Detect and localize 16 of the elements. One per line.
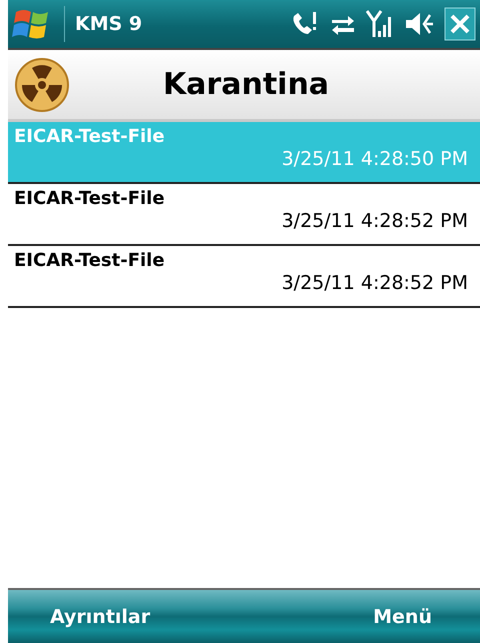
app-title: KMS 9 — [64, 6, 142, 42]
details-soft-key[interactable]: Ayrıntılar — [42, 602, 158, 632]
file-name: EICAR-Test-File — [14, 250, 165, 271]
radiation-icon — [14, 56, 70, 112]
quarantine-time: 3/25/11 4:28:52 PM — [282, 210, 468, 232]
menu-soft-key[interactable]: Menü — [365, 602, 440, 632]
quarantine-list-item[interactable]: EICAR-Test-File 3/25/11 4:28:52 PM — [8, 184, 480, 246]
quarantine-list-item[interactable]: EICAR-Test-File 3/25/11 4:28:52 PM — [8, 246, 480, 308]
signal-icon[interactable] — [366, 9, 394, 39]
file-name: EICAR-Test-File — [14, 126, 165, 147]
screen-title: Karantina — [162, 67, 330, 102]
speaker-icon[interactable] — [404, 11, 434, 37]
quarantine-time: 3/25/11 4:28:52 PM — [282, 272, 468, 294]
file-name: EICAR-Test-File — [14, 188, 165, 209]
quarantine-time: 3/25/11 4:28:50 PM — [282, 148, 468, 170]
close-icon[interactable] — [444, 7, 476, 41]
